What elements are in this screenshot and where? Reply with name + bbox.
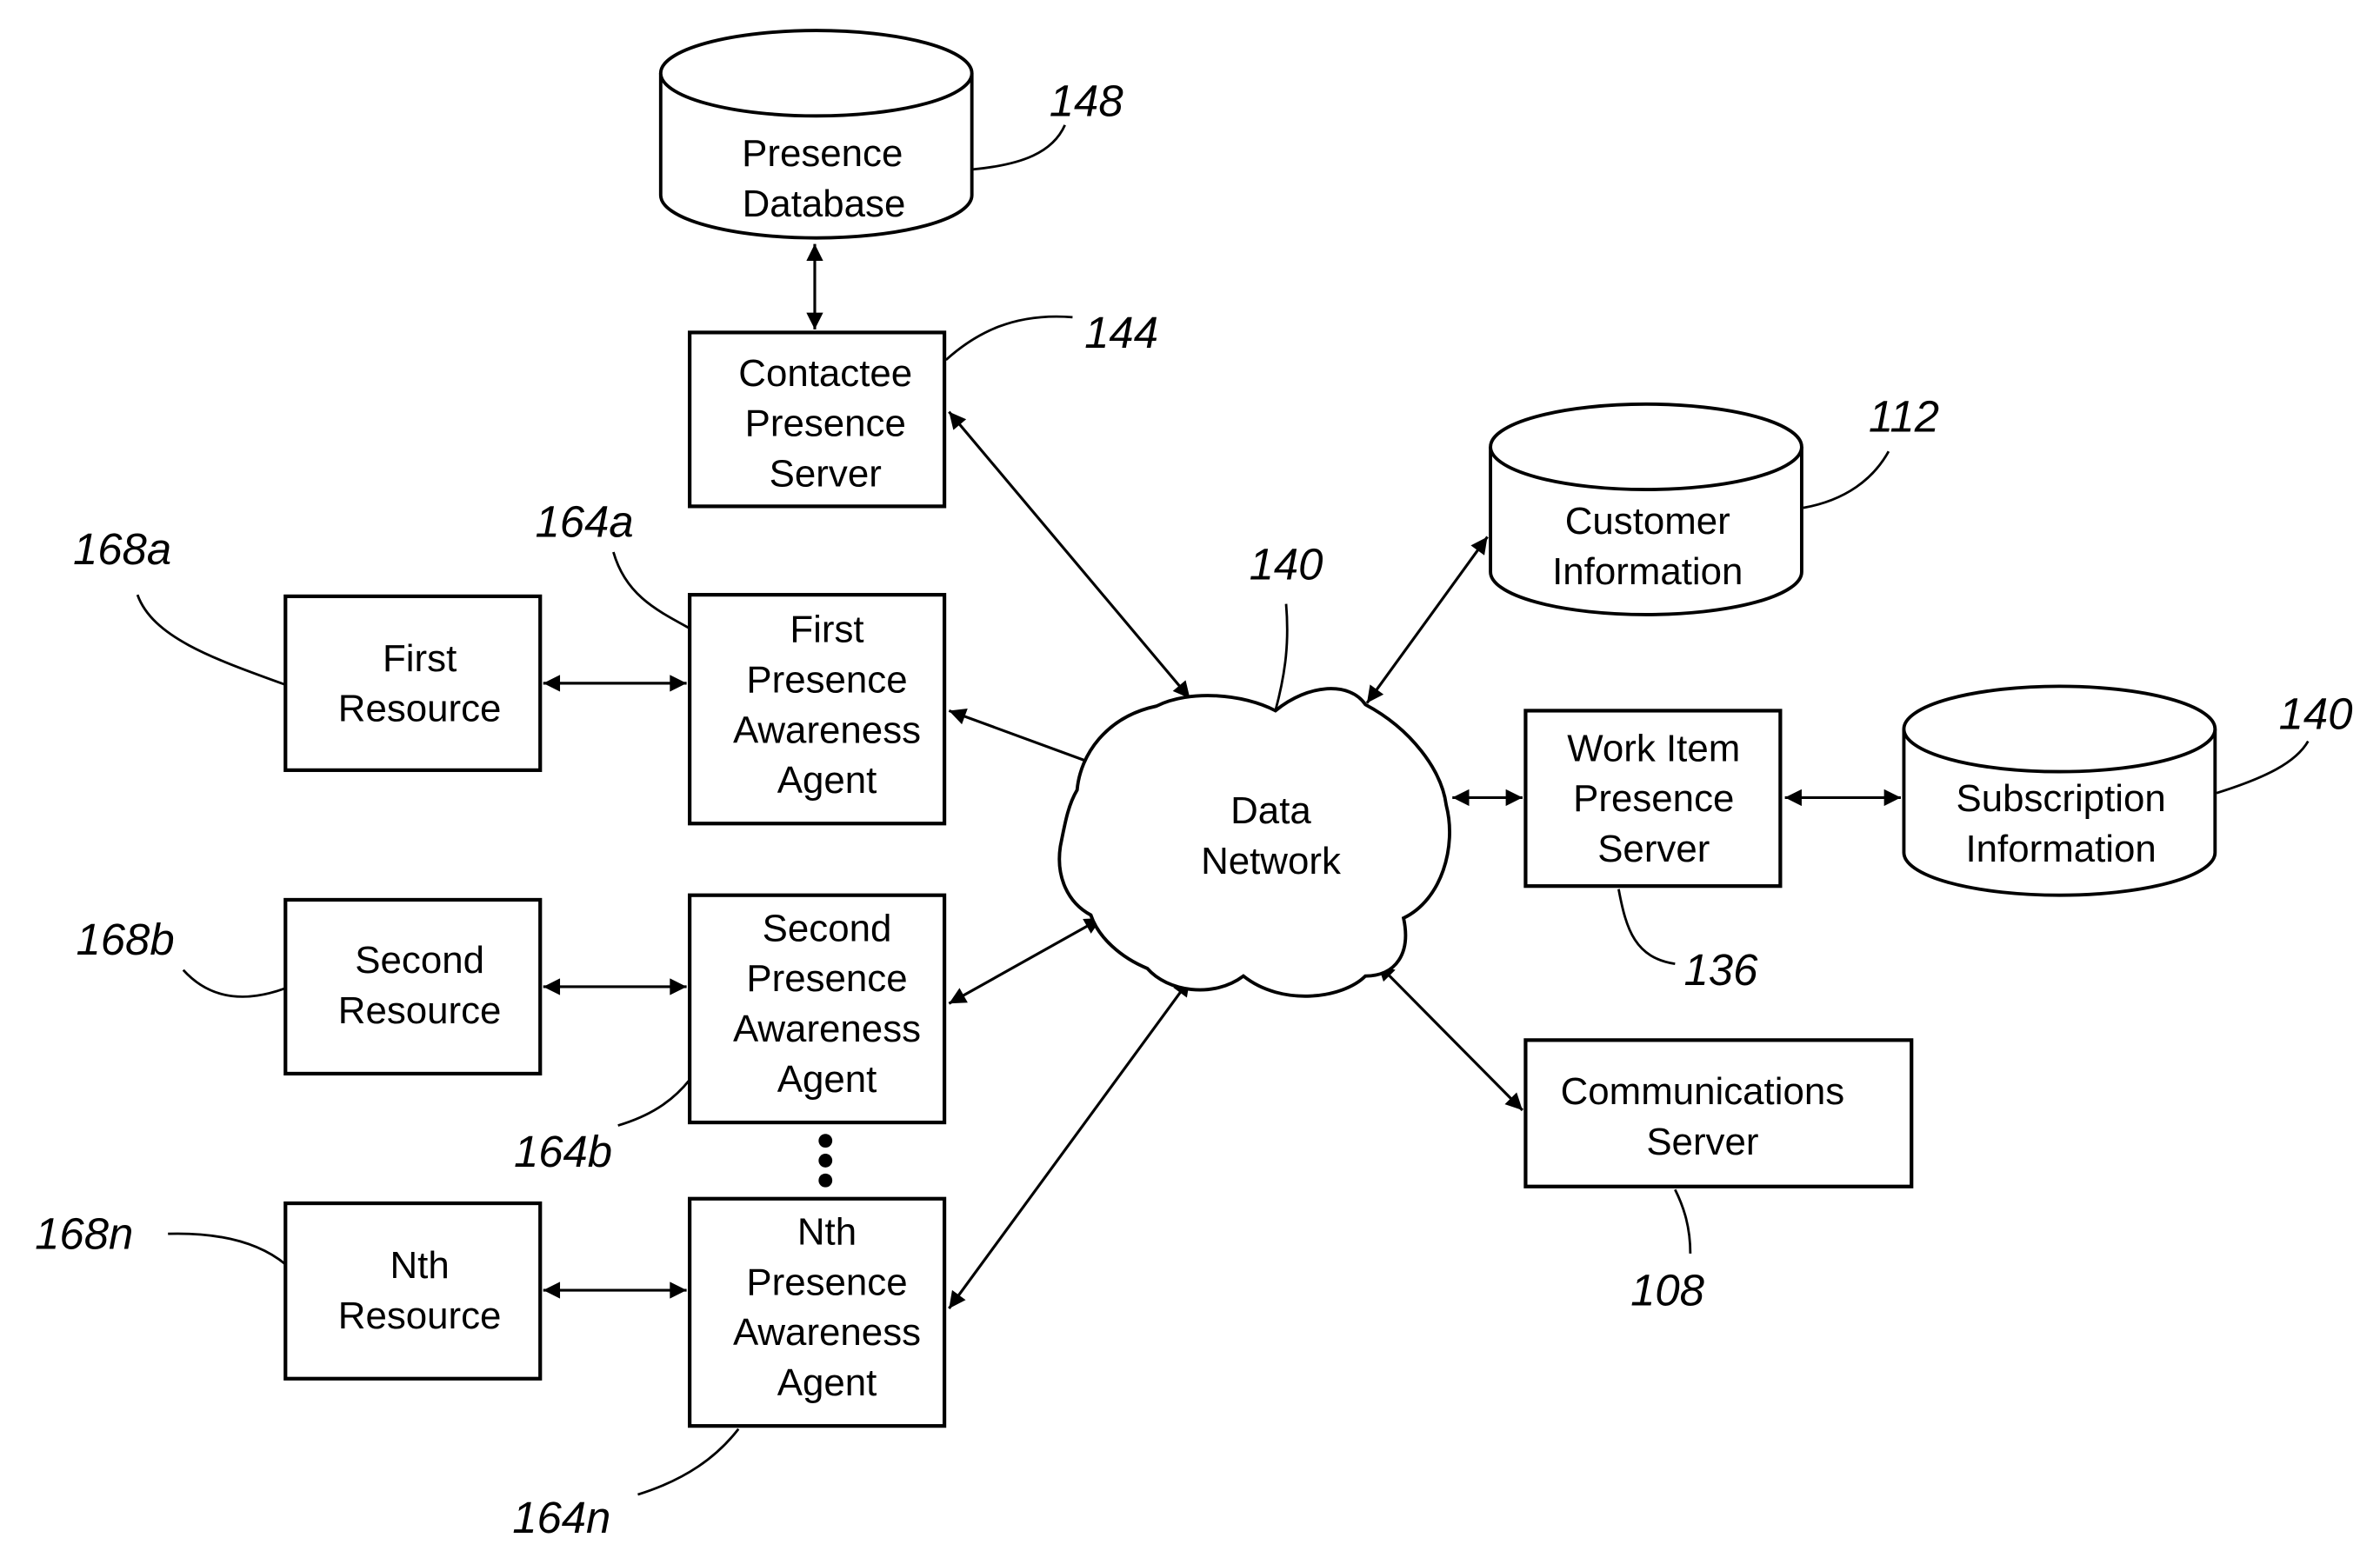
subscription-line-1: Subscription bbox=[1956, 777, 2165, 820]
contactee-line-3: Server bbox=[770, 453, 882, 496]
communications-server[interactable]: Communications Server bbox=[1523, 1038, 1914, 1188]
nth-resource-box bbox=[283, 1201, 543, 1381]
nth-agent-line-2: Presence bbox=[746, 1261, 907, 1303]
second-resource-box bbox=[283, 897, 543, 1076]
second-agent-line-2: Presence bbox=[746, 957, 907, 1000]
customer-information-line-2: Information bbox=[1552, 550, 1743, 593]
ref-168n: 168n bbox=[35, 1209, 133, 1259]
second-agent-line-4: Agent bbox=[777, 1058, 877, 1101]
customer-information-line-1: Customer bbox=[1565, 500, 1730, 543]
presence-database[interactable]: Presence Database bbox=[658, 29, 974, 240]
connector-first-agent-network bbox=[948, 709, 1104, 769]
database-cylinder-top bbox=[658, 29, 974, 118]
ref-112: 112 bbox=[1869, 391, 1939, 441]
connector-nth-agent-network bbox=[948, 978, 1191, 1310]
nth-agent-line-1: Nth bbox=[797, 1210, 857, 1253]
customer-information[interactable]: Customer Information bbox=[1489, 402, 1803, 616]
nth-presence-awareness-agent[interactable]: Nth Presence Awareness Agent bbox=[688, 1196, 947, 1428]
leader-140-subscription bbox=[2216, 740, 2310, 795]
first-resource-line-1: First bbox=[383, 637, 457, 680]
subscription-information[interactable]: Subscription Information bbox=[1902, 684, 2217, 897]
leader-164b bbox=[617, 1079, 691, 1127]
leader-136 bbox=[1617, 889, 1676, 966]
connector-customer-network bbox=[1365, 536, 1489, 704]
nth-resource[interactable]: Nth Resource bbox=[283, 1201, 543, 1381]
database-cylinder-top bbox=[1902, 684, 2217, 774]
second-resource-line-1: Second bbox=[355, 939, 484, 982]
database-cylinder-top bbox=[1489, 402, 1803, 492]
ref-144: 144 bbox=[1084, 308, 1158, 357]
communications-server-box bbox=[1523, 1038, 1914, 1188]
first-agent-line-3: Awareness bbox=[733, 709, 921, 751]
leader-140-network bbox=[1274, 603, 1289, 711]
ref-168b: 168b bbox=[77, 915, 175, 964]
second-agent-line-1: Second bbox=[763, 907, 892, 949]
first-resource-line-2: Resource bbox=[338, 688, 502, 730]
second-resource-line-2: Resource bbox=[338, 989, 502, 1032]
leader-112 bbox=[1803, 450, 1890, 509]
ref-168a: 168a bbox=[73, 524, 171, 574]
nth-resource-line-1: Nth bbox=[390, 1244, 450, 1287]
ref-140-network: 140 bbox=[1250, 540, 1323, 589]
leader-164a bbox=[612, 551, 690, 629]
first-agent-line-2: Presence bbox=[746, 658, 907, 701]
leader-168b bbox=[182, 969, 286, 998]
work-item-line-2: Presence bbox=[1573, 777, 1734, 820]
leader-144 bbox=[944, 315, 1073, 362]
connector-network-communications bbox=[1377, 962, 1524, 1112]
ref-164n: 164n bbox=[512, 1493, 610, 1542]
ref-136: 136 bbox=[1684, 945, 1759, 995]
data-network-line-1: Data bbox=[1230, 789, 1311, 832]
contactee-line-2: Presence bbox=[745, 403, 906, 445]
first-agent-line-1: First bbox=[790, 609, 863, 651]
leader-168a bbox=[136, 594, 286, 686]
connector-second-agent-network bbox=[948, 916, 1103, 1005]
data-network-line-2: Network bbox=[1201, 840, 1341, 882]
leader-164n bbox=[637, 1428, 740, 1496]
nth-agent-line-3: Awareness bbox=[733, 1311, 921, 1354]
contactee-presence-server[interactable]: Contactee Presence Server bbox=[688, 330, 947, 509]
leader-108 bbox=[1674, 1188, 1692, 1254]
data-network[interactable]: Data Network bbox=[1057, 687, 1451, 998]
communications-line-1: Communications bbox=[1561, 1070, 1845, 1113]
ref-148: 148 bbox=[1050, 76, 1123, 125]
work-item-presence-server[interactable]: Work Item Presence Server bbox=[1523, 709, 1783, 889]
ellipsis-dots bbox=[818, 1134, 833, 1188]
first-presence-awareness-agent[interactable]: First Presence Awareness Agent bbox=[688, 593, 947, 826]
work-item-line-3: Server bbox=[1597, 828, 1710, 870]
presence-database-line-2: Database bbox=[743, 183, 906, 225]
work-item-line-1: Work Item bbox=[1567, 727, 1740, 769]
ref-164a: 164a bbox=[536, 496, 634, 546]
ref-140-subscription: 140 bbox=[2279, 689, 2353, 738]
first-agent-line-4: Agent bbox=[777, 759, 877, 802]
first-resource[interactable]: First Resource bbox=[283, 594, 543, 772]
second-resource[interactable]: Second Resource bbox=[283, 897, 543, 1076]
leader-148 bbox=[973, 124, 1066, 171]
first-resource-box bbox=[283, 594, 543, 772]
ref-108: 108 bbox=[1630, 1266, 1704, 1315]
communications-line-2: Server bbox=[1646, 1121, 1758, 1163]
presence-system-diagram: Presence Database 148 Contactee Presence… bbox=[35, 29, 2353, 1542]
connector-contactee-network bbox=[948, 410, 1191, 700]
presence-database-line-1: Presence bbox=[742, 132, 903, 175]
subscription-line-2: Information bbox=[1965, 828, 2156, 870]
second-agent-line-3: Awareness bbox=[733, 1008, 921, 1050]
contactee-line-1: Contactee bbox=[738, 352, 912, 395]
nth-resource-line-2: Resource bbox=[338, 1295, 502, 1337]
nth-agent-line-4: Agent bbox=[777, 1361, 877, 1404]
second-presence-awareness-agent[interactable]: Second Presence Awareness Agent bbox=[688, 893, 947, 1125]
leader-168n bbox=[168, 1232, 287, 1266]
ref-164b: 164b bbox=[514, 1127, 612, 1176]
